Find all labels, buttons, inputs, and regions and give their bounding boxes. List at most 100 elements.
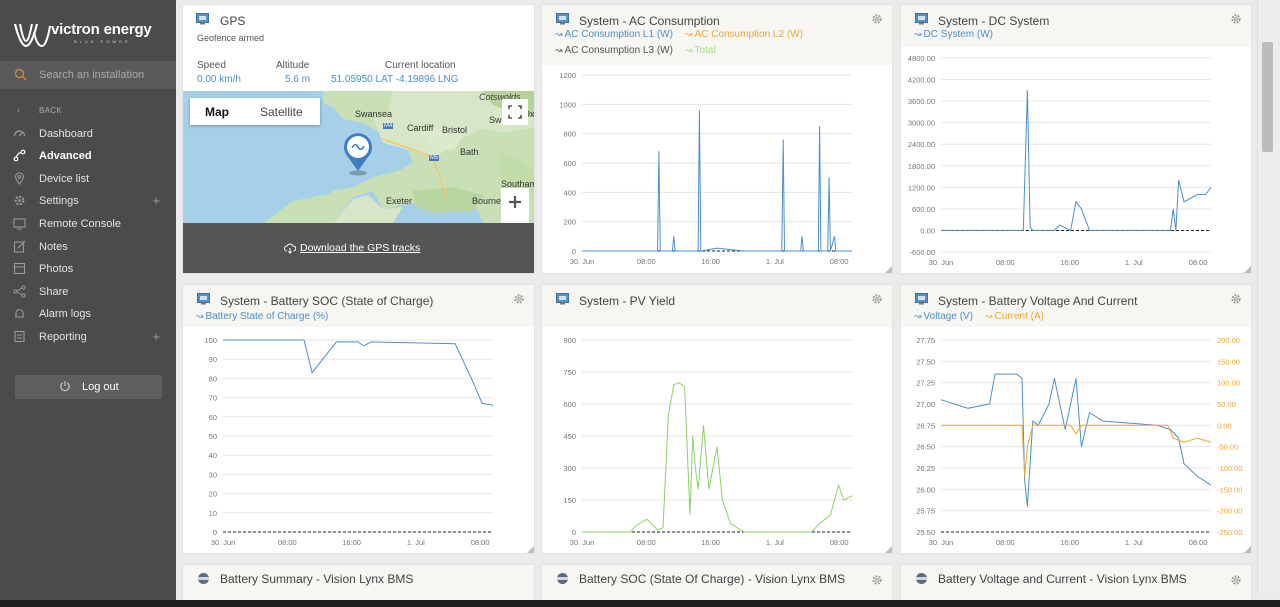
map-place-label: Bourne [472,196,502,206]
y2-tick-label: 100.00 [1217,379,1240,388]
settings-gear-icon[interactable] [871,574,883,586]
settings-gear-icon[interactable] [871,293,883,305]
x-tick-label: 30. Jun [929,258,954,267]
dc-system-panel: System - DC System ↝ DC System (W) -600.0… [900,4,1252,274]
x-tick-label: 08:00 [471,538,490,547]
map-tab[interactable]: Map [205,105,229,119]
x-tick-label: 30. Jun [570,538,595,547]
map-view[interactable]: Map Satellite Cotswolds Swansea Cardiff … [183,91,534,223]
y-tick-label: 25.75 [916,507,935,516]
download-gps-tracks-link[interactable]: Download the GPS tracks [300,242,420,254]
battery-globe-icon [198,573,209,584]
ac-consumption-panel: System - AC Consumption ↝ AC Consumption … [541,4,893,274]
device-flag-icon [196,13,209,25]
sidebar-item-device-list[interactable]: Device list [0,168,176,190]
resize-handle[interactable] [885,546,892,553]
logout-button[interactable]: Log out [15,375,162,399]
settings-gear-icon[interactable] [871,13,883,25]
expand-plus-icon[interactable]: + [152,193,160,208]
sidebar-item-advanced[interactable]: Advanced [0,145,176,167]
resize-handle[interactable] [1244,546,1251,553]
y-tick-label: 600 [563,400,576,409]
device-flag-icon [556,13,569,25]
os-taskbar [0,600,1280,607]
fullscreen-button[interactable] [502,99,528,125]
y-tick-label: 3000.00 [908,119,935,128]
x-tick-label: 16:00 [1060,258,1079,267]
series-line [582,110,852,252]
gear-icon [14,195,25,206]
resize-handle[interactable] [885,266,892,273]
photos-icon [13,262,26,275]
device-flag-icon [915,293,928,305]
sidebar-item-label: Share [39,286,69,298]
sidebar-item-settings[interactable]: Settings + [0,190,176,212]
settings-gear-icon[interactable] [1230,574,1242,586]
y-tick-label: 0 [572,247,576,256]
search-input[interactable]: Search an installation [39,69,144,81]
y-tick-label: 600 [563,159,576,168]
expand-plus-icon[interactable]: + [152,329,160,344]
settings-gear-icon[interactable] [513,293,525,305]
console-icon [13,218,26,230]
x-tick-label: 08:00 [830,538,849,547]
sidebar-item-alarm-logs[interactable]: Alarm logs [0,303,176,325]
back-link[interactable]: ‹ BACK [0,103,176,119]
y-tick-label: 90 [209,355,217,364]
y2-tick-label: -100.00 [1217,464,1242,473]
victron-logo-icon [13,23,51,48]
legend-item[interactable]: ↝ AC Consumption L2 (W) [685,29,803,40]
zoom-in-button[interactable] [501,188,529,223]
satellite-tab[interactable]: Satellite [260,105,303,119]
battery-voltage-current-chart: 25.50 25.75 26.00 26.25 26.50 26.75 27.00 27.25… [916,336,1242,547]
search-icon [14,68,27,81]
y-tick-label: 750 [563,368,576,377]
x-tick-label: 08:00 [1189,538,1208,547]
legend-item[interactable]: ↝ AC Consumption L1 (W) [555,29,673,40]
scrollbar-thumb[interactable] [1262,42,1273,152]
sidebar-item-share[interactable]: Share [0,281,176,303]
resize-handle[interactable] [527,546,534,553]
x-tick-label: 16:00 [701,538,720,547]
legend-label: AC Consumption L3 (W) [564,45,673,56]
legend-item[interactable]: ↝ Total [685,45,716,56]
legend-item[interactable]: ↝ AC Consumption L3 (W) [555,45,673,56]
y-tick-label: 10 [209,509,217,518]
sidebar-item-notes[interactable]: Notes [0,236,176,258]
sidebar-item-photos[interactable]: Photos [0,258,176,280]
y-tick-label: 0 [572,528,576,537]
resize-handle[interactable] [1244,266,1251,273]
sidebar-item-dashboard[interactable]: Dashboard [0,123,176,145]
panel-title: System - DC System [938,14,1050,28]
location-marker-icon[interactable] [340,129,376,177]
y-tick-label: 200 [563,218,576,227]
legend-item[interactable]: ↝ DC System (W) [914,29,993,40]
panel-title: Battery Voltage and Current - Vision Lyn… [938,572,1187,586]
motorway-badge: M4 [383,123,394,129]
page-scrollbar[interactable] [1257,0,1280,594]
legend-item[interactable]: ↝ Current (A) [985,311,1044,322]
y-tick-label: 0.00 [920,226,935,235]
y-tick-label: 450 [563,432,576,441]
settings-gear-icon[interactable] [1230,13,1242,25]
sidebar-item-label: Advanced [39,150,92,162]
search-bar[interactable]: Search an installation [0,61,176,89]
location-label: Current location [385,60,456,71]
legend-marker-icon: ↝ [555,45,563,55]
legend-item[interactable]: ↝ Voltage (V) [914,311,973,322]
y2-tick-label: -250.00 [1217,528,1242,537]
battery-globe-icon [916,573,927,584]
y-tick-label: 4200.00 [908,76,935,85]
sidebar-item-remote-console[interactable]: Remote Console [0,213,176,235]
panel-title: System - PV Yield [579,294,676,308]
device-flag-icon [915,13,928,25]
sidebar-item-label: Reporting [39,331,87,343]
sidebar-item-reporting[interactable]: Reporting + [0,326,176,348]
settings-gear-icon[interactable] [1230,293,1242,305]
legend-item[interactable]: ↝ Battery State of Charge (%) [196,311,328,322]
series-line [582,382,853,533]
victron-logo[interactable]: victron energy BLUE POWER [12,20,162,48]
cloud-download-icon [284,243,296,254]
gps-panel: GPS Geofence armed Speed 0.00 km/h Altit… [182,4,535,274]
y-tick-label: 26.25 [916,464,935,473]
